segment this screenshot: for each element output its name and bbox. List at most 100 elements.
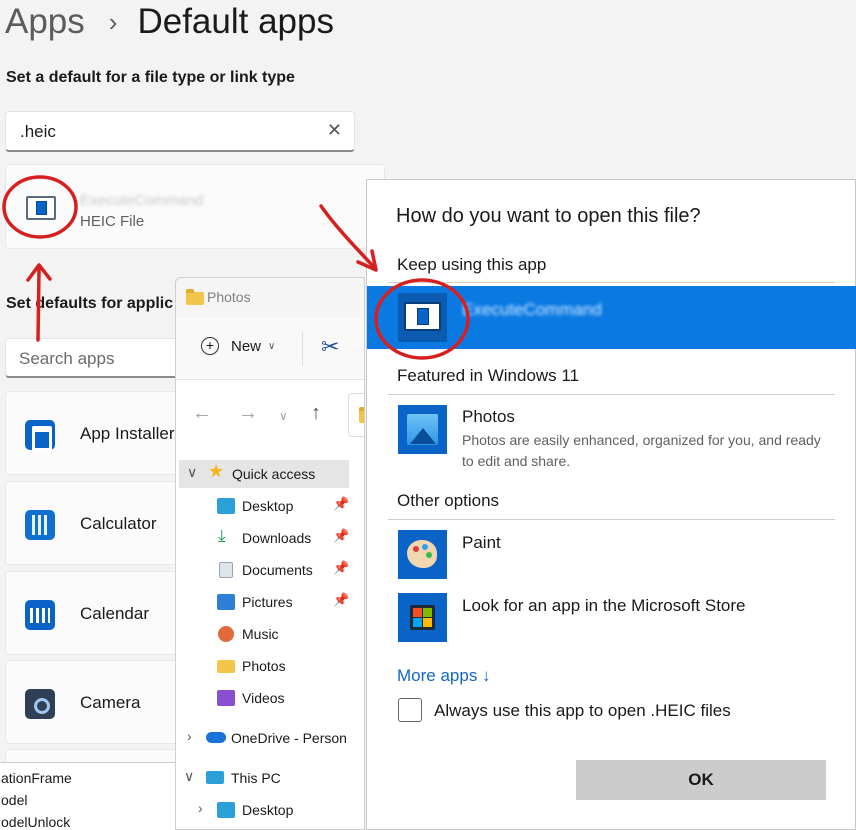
other-options-heading: Other options: [397, 491, 500, 510]
pin-icon[interactable]: 📌: [333, 560, 349, 576]
breadcrumb: Apps › Default apps: [5, 2, 334, 42]
tree-item-music[interactable]: Music: [176, 620, 364, 648]
keep-using-heading: Keep using this app: [397, 255, 547, 274]
apps-search-input[interactable]: Search apps: [5, 338, 185, 378]
tree-item-label: This PC: [231, 770, 281, 786]
videos-icon: [217, 690, 235, 706]
tree-item-quick-access[interactable]: ∨ ★ Quick access: [179, 460, 349, 488]
back-arrow-icon[interactable]: ←: [192, 402, 212, 425]
app-row-label: Calculator: [80, 514, 157, 533]
tree-item-label: Quick access: [232, 466, 316, 482]
microsoft-store-icon: [398, 593, 447, 642]
cloud-icon: [206, 732, 226, 743]
chevron-right-icon: ›: [108, 6, 118, 37]
close-icon[interactable]: ✕: [327, 120, 342, 141]
cut-icon[interactable]: ✂: [321, 334, 339, 360]
tree-item-label: Downloads: [242, 530, 312, 546]
result-app-name: ExecuteCommand: [80, 192, 204, 209]
current-app-option[interactable]: ExecuteCommand: [367, 286, 856, 349]
chevron-right-icon[interactable]: ›: [198, 800, 203, 816]
apps-search-placeholder: Search apps: [19, 349, 115, 368]
tree-item-documents[interactable]: Documents 📌: [176, 556, 364, 584]
current-app-name: ExecuteCommand: [462, 300, 602, 319]
photos-option[interactable]: Photos Photos are easily enhanced, organ…: [367, 398, 856, 476]
background-line: ationFrame: [1, 770, 72, 786]
chevron-down-icon: ∨: [268, 340, 276, 352]
tree-item-photos[interactable]: Photos: [176, 652, 364, 680]
music-icon: [218, 626, 234, 642]
filetype-search-input[interactable]: .heic ✕: [5, 111, 355, 152]
computer-icon: [206, 771, 224, 784]
store-option[interactable]: Look for an app in the Microsoft Store: [367, 587, 856, 645]
address-bar[interactable]: [348, 393, 364, 437]
app-installer-icon: [25, 420, 55, 451]
tree-item-label: Desktop: [242, 498, 294, 514]
tree-item-label: Documents: [242, 562, 313, 578]
pin-icon[interactable]: 📌: [333, 528, 349, 544]
file-explorer-window: Photos + New ∨ ✂ ← → ∨ ↑ ∨ ★ Quick acces…: [175, 277, 365, 830]
download-icon: ⤓: [218, 526, 226, 545]
featured-heading: Featured in Windows 11: [397, 366, 580, 385]
tree-item-downloads[interactable]: ⤓ Downloads 📌: [176, 524, 364, 552]
tree-item-label: Photos: [242, 658, 286, 674]
pin-icon[interactable]: 📌: [333, 496, 349, 512]
pin-icon[interactable]: 📌: [333, 592, 349, 608]
app-row-camera[interactable]: Camera: [5, 660, 185, 744]
desktop-icon: [217, 802, 235, 818]
chevron-right-icon[interactable]: ›: [187, 728, 192, 744]
documents-icon: [219, 562, 233, 578]
calculator-icon: [25, 510, 55, 540]
paint-icon: [398, 530, 447, 579]
always-use-checkbox[interactable]: [398, 698, 422, 722]
execute-command-icon: [398, 293, 447, 342]
tree-item-pictures[interactable]: Pictures 📌: [176, 588, 364, 616]
store-option-name: Look for an app in the Microsoft Store: [462, 596, 746, 615]
up-arrow-icon[interactable]: ↑: [311, 402, 321, 425]
new-button-label: New: [231, 337, 262, 355]
app-row-label: App Installer: [80, 424, 175, 443]
tree-item-pc-desktop[interactable]: › Desktop: [176, 796, 364, 824]
photos-option-description: Photos are easily enhanced, organized fo…: [462, 432, 821, 469]
explorer-titlebar[interactable]: Photos: [176, 278, 364, 318]
forward-arrow-icon[interactable]: →: [238, 402, 258, 425]
folder-icon: [186, 289, 204, 305]
result-file-type: HEIC File: [80, 213, 145, 230]
app-row-calendar[interactable]: Calendar: [5, 571, 185, 655]
divider: [388, 394, 835, 395]
tree-item-desktop[interactable]: Desktop 📌: [176, 492, 364, 520]
desktop-icon: [217, 498, 235, 514]
paint-option[interactable]: Paint: [367, 524, 856, 582]
calendar-icon: [25, 600, 55, 630]
folder-icon: [359, 407, 364, 423]
new-button[interactable]: + New ∨: [201, 337, 275, 355]
tree-item-label: Music: [242, 626, 279, 642]
tree-item-label: Desktop: [242, 802, 294, 818]
app-row-calculator[interactable]: Calculator: [5, 481, 185, 565]
camera-icon: [25, 689, 55, 719]
tree-item-onedrive[interactable]: › OneDrive - Person: [176, 724, 364, 752]
apps-heading: Set defaults for applic: [6, 295, 174, 312]
page-title: Default apps: [137, 2, 334, 41]
breadcrumb-apps[interactable]: Apps: [5, 2, 85, 42]
photos-icon: [398, 405, 447, 454]
divider: [388, 519, 835, 520]
dialog-title: How do you want to open this file?: [396, 205, 701, 227]
recent-chevron-icon[interactable]: ∨: [279, 409, 288, 423]
app-row-label: Camera: [80, 693, 141, 712]
tree-item-this-pc[interactable]: ∨ This PC: [176, 764, 364, 792]
filetype-result-card[interactable]: ExecuteCommand HEIC File: [5, 164, 385, 249]
chevron-down-icon[interactable]: ∨: [184, 768, 194, 785]
star-icon: ★: [208, 461, 225, 481]
tree-item-videos[interactable]: Videos: [176, 684, 364, 712]
ok-button[interactable]: OK: [576, 760, 826, 800]
app-row-app-installer[interactable]: App Installer: [5, 391, 185, 475]
pictures-icon: [217, 594, 235, 610]
background-line: odel: [1, 792, 28, 808]
photos-option-name: Photos: [462, 407, 515, 426]
tree-item-label: Pictures: [242, 594, 293, 610]
filetype-heading: Set a default for a file type or link ty…: [6, 69, 295, 86]
chevron-down-icon[interactable]: ∨: [187, 464, 197, 481]
divider: [302, 332, 303, 366]
more-apps-link[interactable]: More apps ↓: [397, 666, 491, 686]
tree-item-label: OneDrive - Person: [231, 730, 347, 746]
